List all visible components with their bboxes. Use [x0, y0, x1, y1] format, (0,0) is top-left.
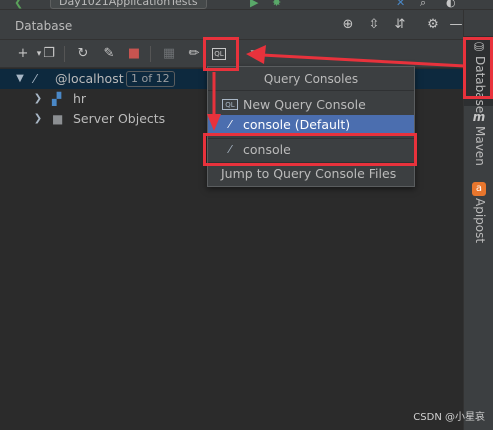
stop-icon[interactable]: ■ — [125, 45, 143, 63]
toolbar-divider — [150, 46, 151, 62]
edit-pencil-icon[interactable]: ✏ — [185, 45, 203, 63]
table-view-icon: ▦ — [162, 46, 176, 61]
search-everywhere-icon[interactable]: ⌕ — [420, 0, 426, 9]
schema-icon: ▞ — [52, 92, 62, 106]
debug-icon[interactable]: ✸ — [272, 0, 281, 9]
hide-panel-icon[interactable]: — — [448, 17, 464, 33]
query-console-icon[interactable]: QL — [212, 48, 226, 60]
run-configuration-label: Day1021ApplicationTests — [59, 0, 198, 8]
tab-apipost[interactable]: a Apipost — [464, 178, 493, 248]
menu-item-new-query-console[interactable]: QL New Query Console — [208, 95, 414, 115]
tree-node-label: Server Objects — [73, 111, 166, 126]
tab-label: Maven — [473, 126, 487, 166]
run-icon[interactable]: ▶ — [250, 0, 258, 9]
refresh-icon[interactable]: ↻ — [74, 45, 92, 63]
apipost-icon: a — [472, 182, 486, 196]
collapse-all-icon[interactable]: ⇵ — [392, 17, 408, 33]
panel-title: Database — [15, 19, 73, 33]
toolbar-divider — [64, 46, 65, 62]
mysql-dolphin-icon: ⁄ — [34, 72, 37, 86]
filter-icon[interactable]: ⏷ — [246, 45, 264, 63]
menu-item-console-default[interactable]: ⁄ console (Default) — [208, 115, 414, 135]
tab-database[interactable]: ⛁ Database — [464, 36, 493, 113]
gear-icon[interactable]: ⚙ — [425, 17, 441, 33]
menu-item-label: Jump to Query Console Files — [221, 166, 397, 181]
expand-all-icon[interactable]: ⇳ — [366, 17, 382, 33]
ide-update-icon[interactable]: ◐ — [446, 0, 456, 9]
copy-icon[interactable]: ❐ — [40, 45, 58, 63]
tab-maven[interactable]: m Maven — [464, 108, 493, 173]
crosshair-locate-icon[interactable]: ⊕ — [340, 17, 356, 33]
mysql-dolphin-icon: ⁄ — [229, 143, 231, 156]
tab-label: Apipost — [473, 198, 487, 244]
right-tool-window-bar: ⛁ Database m Maven a Apipost — [463, 10, 493, 430]
chevron-down-icon[interactable]: ▼ — [14, 69, 26, 89]
mysql-dolphin-icon: ⁄ — [229, 118, 231, 131]
menu-item-label: console — [243, 142, 291, 157]
menu-divider — [208, 138, 414, 139]
menu-item-console[interactable]: ⁄ console — [208, 140, 414, 160]
popup-title: Query Consoles — [208, 67, 414, 91]
folder-icon: ■ — [52, 112, 64, 126]
database-toolbar: + ▾ ❐ ↻ ✎ ■ ▦ ✏ QL ⏷ — [0, 40, 463, 68]
schema-count-badge[interactable]: 1 of 12 — [126, 71, 175, 87]
maven-icon: m — [472, 110, 486, 124]
top-navigation-bar: ❮ Day1021ApplicationTests ▶ ✸ ✕ ⌕ ◐ — [0, 0, 493, 10]
tree-node-label: @localhost — [55, 71, 124, 86]
menu-divider — [208, 162, 414, 163]
watermark: CSDN @小星哀 — [413, 412, 485, 423]
back-arrow-icon[interactable]: ❮ — [14, 0, 23, 9]
git-icon[interactable]: ✕ — [396, 0, 405, 9]
query-consoles-popup: Query Consoles QL New Query Console ⁄ co… — [207, 66, 415, 187]
ql-console-icon: QL — [222, 99, 238, 110]
database-tools-icon[interactable]: ✎ — [100, 45, 118, 63]
chevron-right-icon[interactable]: ❯ — [32, 109, 44, 129]
tab-label: Database — [473, 56, 487, 114]
tree-node-label: hr — [73, 91, 87, 106]
menu-item-label: New Query Console — [243, 97, 366, 112]
menu-item-label: console (Default) — [243, 117, 351, 132]
chevron-right-icon[interactable]: ❯ — [32, 89, 44, 109]
menu-item-jump-to-console-files[interactable]: Jump to Query Console Files — [208, 164, 414, 184]
run-configuration-selector[interactable]: Day1021ApplicationTests — [50, 0, 207, 9]
database-cylinder-icon: ⛁ — [473, 40, 485, 54]
database-panel-header: Database ⊕ ⇳ ⇵ ⚙ — — [0, 10, 463, 40]
